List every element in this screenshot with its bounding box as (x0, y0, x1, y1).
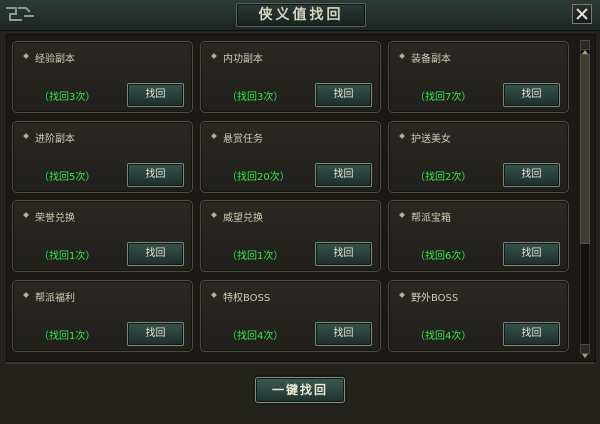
recover-count: （找回6次） (415, 251, 472, 262)
recover-button[interactable]: 找回 (503, 163, 560, 187)
diamond-bullet-icon (211, 133, 217, 139)
divider (6, 362, 594, 364)
activity-card: 特权BOSS （找回4次） 找回 (200, 280, 381, 352)
activity-name: 经验副本 (35, 54, 75, 65)
recover-button[interactable]: 找回 (127, 242, 184, 266)
recover-all-button[interactable]: 一键找回 (255, 377, 345, 403)
activity-card: 护送美女 （找回2次） 找回 (388, 121, 569, 193)
activity-name: 特权BOSS (223, 293, 271, 304)
activity-name: 护送美女 (411, 134, 451, 145)
diamond-bullet-icon (399, 133, 405, 139)
activity-card: 野外BOSS （找回4次） 找回 (388, 280, 569, 352)
recovery-window: 侠义值找回 经验副本 （找回3次） 找回 内功副本 （找回3次） 找回 装备副本… (0, 0, 600, 424)
activity-name: 帮派宝箱 (411, 213, 451, 224)
recover-button[interactable]: 找回 (127, 163, 184, 187)
chevron-down-icon (582, 354, 588, 358)
activity-card: 装备副本 （找回7次） 找回 (388, 41, 569, 113)
recover-count: （找回4次） (415, 331, 472, 342)
scroll-down-button[interactable] (580, 344, 590, 358)
recover-count: （找回5次） (39, 172, 96, 183)
activity-name: 荣誉兑换 (35, 213, 75, 224)
recover-count: （找回1次） (39, 251, 96, 262)
recover-count: （找回3次） (39, 92, 96, 103)
recover-button[interactable]: 找回 (503, 83, 560, 107)
recover-button[interactable]: 找回 (127, 83, 184, 107)
activity-card: 荣誉兑换 （找回1次） 找回 (12, 200, 193, 272)
scrollbar-thumb[interactable] (580, 54, 590, 244)
activity-card: 内功副本 （找回3次） 找回 (200, 41, 381, 113)
diamond-bullet-icon (399, 53, 405, 59)
close-icon (576, 8, 588, 20)
recover-button[interactable]: 找回 (315, 83, 372, 107)
activity-card: 悬赏任务 （找回20次） 找回 (200, 121, 381, 193)
diamond-bullet-icon (211, 53, 217, 59)
recover-count: （找回7次） (415, 92, 472, 103)
activity-name: 进阶副本 (35, 134, 75, 145)
activity-card: 经验副本 （找回3次） 找回 (12, 41, 193, 113)
diamond-bullet-icon (23, 212, 29, 218)
recover-button[interactable]: 找回 (315, 322, 372, 346)
recover-button[interactable]: 找回 (503, 242, 560, 266)
diamond-bullet-icon (23, 133, 29, 139)
activity-name: 帮派福利 (35, 293, 75, 304)
recover-count: （找回1次） (39, 331, 96, 342)
scroll-up-button[interactable] (580, 40, 590, 54)
recover-count: （找回3次） (227, 92, 284, 103)
activity-name: 野外BOSS (411, 293, 459, 304)
activity-name: 悬赏任务 (223, 134, 263, 145)
corner-ornament-icon (6, 7, 34, 21)
diamond-bullet-icon (399, 212, 405, 218)
window-title: 侠义值找回 (258, 7, 344, 23)
recover-button[interactable]: 找回 (315, 163, 372, 187)
recover-button[interactable]: 找回 (315, 242, 372, 266)
diamond-bullet-icon (399, 292, 405, 298)
activity-card: 帮派福利 （找回1次） 找回 (12, 280, 193, 352)
recover-button[interactable]: 找回 (503, 322, 560, 346)
recover-count: （找回20次） (227, 172, 290, 183)
activity-name: 威望兑换 (223, 213, 263, 224)
diamond-bullet-icon (211, 292, 217, 298)
activity-name: 内功副本 (223, 54, 263, 65)
title-frame: 侠义值找回 (236, 3, 366, 27)
activity-card: 威望兑换 （找回1次） 找回 (200, 200, 381, 272)
activity-name: 装备副本 (411, 54, 451, 65)
activity-card: 帮派宝箱 （找回6次） 找回 (388, 200, 569, 272)
recover-button[interactable]: 找回 (127, 322, 184, 346)
title-bar: 侠义值找回 (0, 0, 600, 31)
activity-card: 进阶副本 （找回5次） 找回 (12, 121, 193, 193)
recover-count: （找回2次） (415, 172, 472, 183)
diamond-bullet-icon (23, 53, 29, 59)
diamond-bullet-icon (211, 212, 217, 218)
diamond-bullet-icon (23, 292, 29, 298)
recover-count: （找回4次） (227, 331, 284, 342)
close-button[interactable] (572, 4, 592, 24)
recover-count: （找回1次） (227, 251, 284, 262)
